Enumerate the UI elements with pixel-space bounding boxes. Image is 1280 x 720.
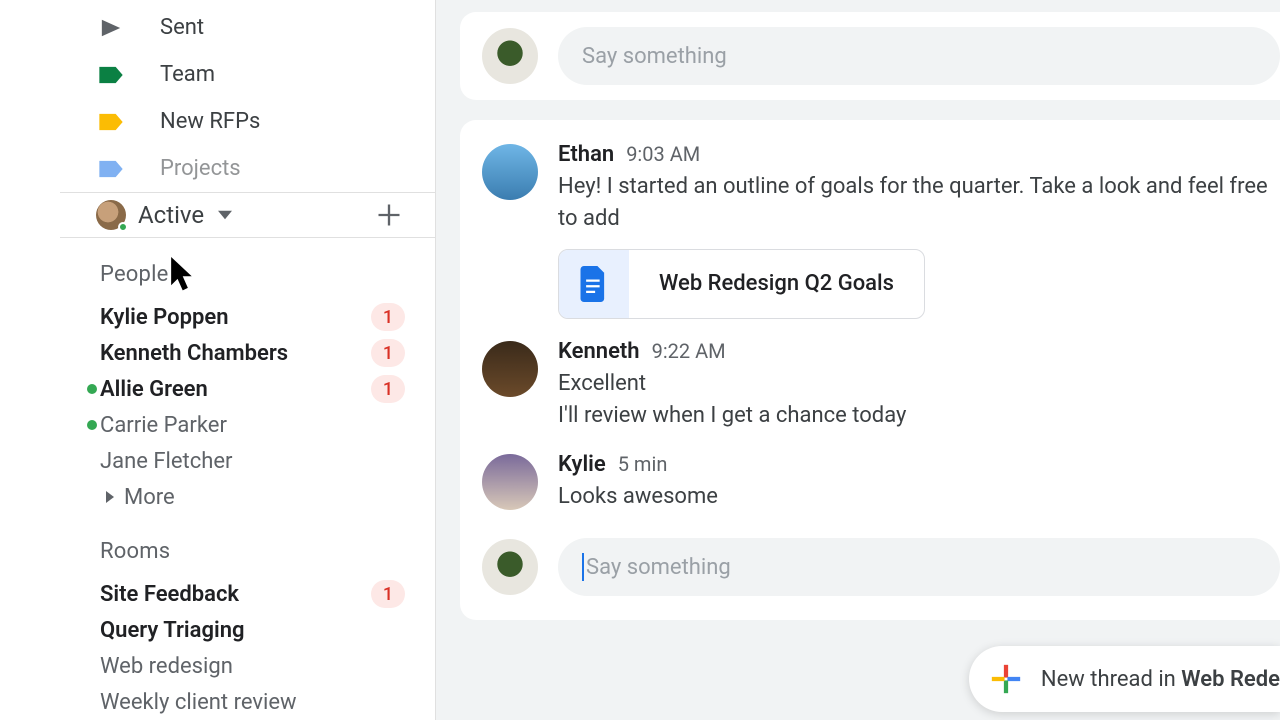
message-time: 9:22 AM xyxy=(652,339,726,363)
reply-input[interactable]: Say something xyxy=(558,538,1280,596)
message-text: Hey! I started an outline of goals for t… xyxy=(558,171,1280,235)
message: Kylie 5 min Looks awesome xyxy=(482,452,1280,513)
person-name: Allie Green xyxy=(100,377,371,402)
add-button[interactable] xyxy=(373,199,405,231)
tag-yellow-icon xyxy=(96,110,126,134)
attachment-card[interactable]: Web Redesign Q2 Goals xyxy=(558,249,925,319)
unread-badge: 1 xyxy=(371,375,405,403)
room-row[interactable]: Query Triaging xyxy=(84,612,435,648)
user-avatar-icon xyxy=(96,200,126,230)
self-avatar-icon xyxy=(482,28,538,84)
person-name: Kenneth Chambers xyxy=(100,341,371,366)
new-thread-fab[interactable]: New thread in Web Rede xyxy=(969,646,1280,712)
nav-label: Sent xyxy=(160,15,204,40)
nav-item-sent[interactable]: Sent xyxy=(60,4,435,51)
nav-item-team[interactable]: Team xyxy=(60,51,435,98)
fab-label: New thread in Web Rede xyxy=(1041,667,1280,692)
message-text: Excellent xyxy=(558,368,1280,400)
person-name: Jane Fletcher xyxy=(100,449,435,474)
nav-label: Team xyxy=(160,62,215,87)
thread-card: Ethan 9:03 AM Hey! I started an outline … xyxy=(460,120,1280,620)
message-author: Kenneth xyxy=(558,339,640,364)
main-pane: Say something Ethan 9:03 AM Hey! I start… xyxy=(436,0,1280,720)
more-label: More xyxy=(124,485,175,510)
message: Ethan 9:03 AM Hey! I started an outline … xyxy=(482,142,1280,319)
doc-icon xyxy=(559,250,629,318)
room-name: Site Feedback xyxy=(100,582,371,607)
presence-selector[interactable]: Active xyxy=(60,193,435,238)
nav-label: Projects xyxy=(160,156,241,181)
message-author: Kylie xyxy=(558,452,606,477)
room-name: Weekly client review xyxy=(100,690,435,715)
nav-item-projects[interactable]: Projects xyxy=(60,145,435,192)
person-name: Carrie Parker xyxy=(100,413,435,438)
compose-bar: Say something xyxy=(460,12,1280,100)
person-row[interactable]: Jane Fletcher xyxy=(84,443,435,479)
chevron-down-icon xyxy=(218,210,232,220)
avatar-icon xyxy=(482,341,538,397)
online-dot-icon xyxy=(118,222,128,232)
person-row[interactable]: Kylie Poppen 1 xyxy=(84,299,435,335)
avatar-icon xyxy=(482,144,538,200)
rooms-section-title: Rooms xyxy=(60,515,435,576)
attachment-title: Web Redesign Q2 Goals xyxy=(629,271,924,296)
tag-blue-icon xyxy=(96,157,126,181)
nav-label: New RFPs xyxy=(160,109,260,134)
person-row[interactable]: Carrie Parker xyxy=(84,407,435,443)
message-time: 5 min xyxy=(618,452,668,476)
compose-placeholder: Say something xyxy=(582,44,727,69)
text-cursor-icon xyxy=(582,553,584,581)
self-avatar-icon xyxy=(482,539,538,595)
room-row[interactable]: Site Feedback 1 xyxy=(84,576,435,612)
message-time: 9:03 AM xyxy=(626,142,700,166)
unread-badge: 1 xyxy=(371,580,405,608)
message-text: Looks awesome xyxy=(558,481,1280,513)
message: Kenneth 9:22 AM Excellent I'll review wh… xyxy=(482,339,1280,432)
message-author: Ethan xyxy=(558,142,614,167)
avatar-icon xyxy=(482,454,538,510)
nav-list: Sent Team New RFPs Projects xyxy=(60,0,435,192)
chevron-right-icon xyxy=(104,491,116,503)
reply-placeholder: Say something xyxy=(586,555,731,580)
person-name: Kylie Poppen xyxy=(100,305,371,330)
person-row[interactable]: Allie Green 1 xyxy=(84,371,435,407)
reply-row: Say something xyxy=(482,532,1280,598)
message-text: I'll review when I get a chance today xyxy=(558,400,1280,432)
nav-item-new-rfps[interactable]: New RFPs xyxy=(60,98,435,145)
sidebar: Sent Team New RFPs Projects xyxy=(0,0,436,720)
presence-label: Active xyxy=(138,201,204,229)
person-row[interactable]: Kenneth Chambers 1 xyxy=(84,335,435,371)
plus-multicolor-icon xyxy=(989,662,1023,696)
room-name: Web redesign xyxy=(100,654,435,679)
rooms-list: Site Feedback 1 Query Triaging Web redes… xyxy=(60,576,435,720)
people-section-title: People xyxy=(60,238,435,299)
unread-badge: 1 xyxy=(371,303,405,331)
online-dot-icon xyxy=(87,384,97,394)
people-list: Kylie Poppen 1 Kenneth Chambers 1 Allie … xyxy=(60,299,435,515)
unread-badge: 1 xyxy=(371,339,405,367)
online-dot-icon xyxy=(87,420,97,430)
sent-icon xyxy=(96,16,126,40)
people-more[interactable]: More xyxy=(84,479,435,515)
room-row[interactable]: Weekly client review xyxy=(84,684,435,720)
compose-input[interactable]: Say something xyxy=(558,27,1280,85)
room-name: Query Triaging xyxy=(100,618,435,643)
room-row[interactable]: Web redesign xyxy=(84,648,435,684)
tag-green-icon xyxy=(96,63,126,87)
